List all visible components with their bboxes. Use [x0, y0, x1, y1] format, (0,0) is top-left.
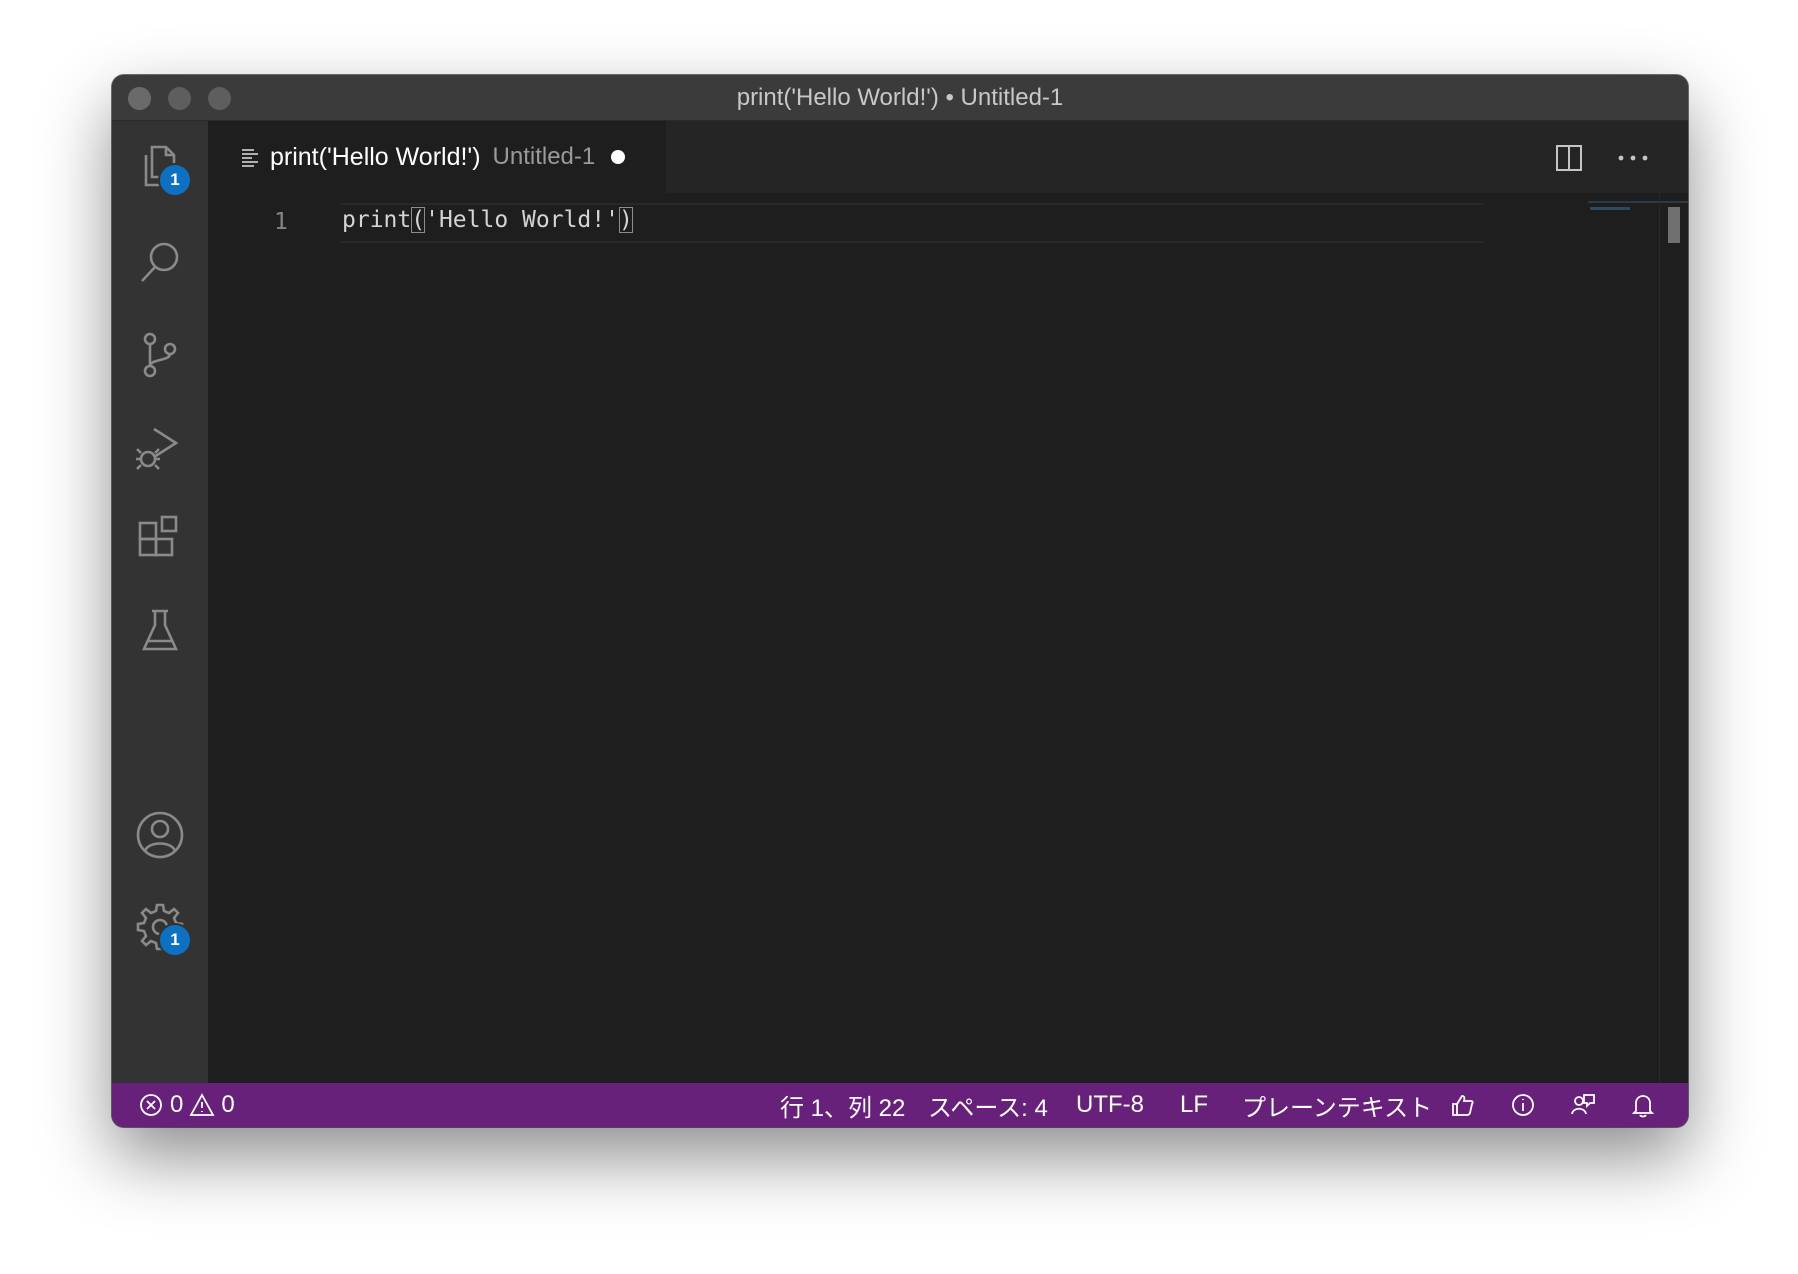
testing-button[interactable]	[132, 603, 188, 659]
explorer-button[interactable]: 1	[132, 139, 192, 197]
minimap-content	[1590, 207, 1630, 210]
vscode-window: print('Hello World!') • Untitled-1 1 1 p…	[112, 75, 1688, 1127]
thumbs-up-icon	[1452, 1095, 1474, 1116]
notifications-button[interactable]	[1630, 1083, 1656, 1127]
account-icon	[136, 811, 184, 859]
window-title: print('Hello World!') • Untitled-1	[736, 83, 1064, 111]
flask-icon	[141, 609, 179, 651]
explorer-badge: 1	[158, 163, 192, 197]
editor-tabs-bar: print('Hello World!') Untitled-1	[208, 121, 1688, 193]
scrollbar-cursor-marker	[1668, 207, 1680, 243]
extensions-button[interactable]	[132, 511, 188, 567]
source-control-button[interactable]	[132, 327, 188, 383]
tab-description: Untitled-1	[492, 143, 596, 170]
line-number: 1	[274, 209, 288, 235]
bell-icon	[1631, 1095, 1655, 1118]
code-close-paren: )	[618, 207, 633, 233]
encoding-status[interactable]: UTF-8	[1076, 1083, 1144, 1127]
indentation-status[interactable]: スペース: 4	[928, 1083, 1048, 1127]
editor-area[interactable]: 1 print('Hello World!')	[208, 193, 1688, 1083]
search-icon	[141, 242, 179, 282]
settings-badge: 1	[158, 923, 192, 957]
eol-status[interactable]: LF	[1180, 1083, 1208, 1127]
maximize-window-button[interactable]	[208, 87, 231, 110]
tab-title: print('Hello World!')	[270, 142, 481, 171]
code-function: print	[342, 207, 412, 233]
cursor-position[interactable]: 行 1、列 22	[780, 1083, 905, 1127]
manage-button[interactable]: 1	[132, 899, 192, 957]
more-actions-icon[interactable]	[1616, 143, 1650, 173]
info-icon	[1512, 1094, 1534, 1116]
feedback-button[interactable]	[1450, 1083, 1476, 1127]
close-window-button[interactable]	[128, 87, 151, 110]
code-line[interactable]: print('Hello World!')	[342, 207, 633, 233]
source-control-icon	[143, 332, 177, 378]
error-icon	[140, 1094, 162, 1116]
split-editor-icon[interactable]	[1554, 143, 1584, 173]
run-debug-icon	[136, 427, 179, 470]
extensions-icon	[138, 515, 178, 557]
window-controls	[128, 87, 231, 110]
warning-count: 0	[221, 1091, 235, 1118]
plain-text-file-icon	[242, 149, 258, 167]
code-string: 'Hello World!'	[425, 207, 619, 233]
problems-status[interactable]: 0 0	[138, 1083, 235, 1127]
live-share-button[interactable]	[1570, 1083, 1596, 1127]
minimize-window-button[interactable]	[168, 87, 191, 110]
code-open-paren: (	[411, 207, 426, 233]
error-count: 0	[170, 1091, 184, 1118]
activity-bar: 1 1	[112, 121, 208, 1083]
info-button[interactable]	[1510, 1083, 1536, 1127]
language-mode-status[interactable]: プレーンテキスト	[1242, 1083, 1432, 1127]
person-feedback-icon	[1571, 1094, 1595, 1115]
accounts-button[interactable]	[132, 807, 188, 863]
run-debug-button[interactable]	[132, 419, 188, 475]
title-bar: print('Hello World!') • Untitled-1	[112, 75, 1688, 121]
unsaved-dot-icon[interactable]	[611, 150, 626, 164]
tab-untitled-1[interactable]: print('Hello World!') Untitled-1	[208, 121, 666, 193]
search-button[interactable]	[132, 235, 188, 291]
warning-icon	[189, 1093, 215, 1116]
status-bar: 0 0 行 1、列 22 スペース: 4 UTF-8 LF プレーンテキスト	[112, 1083, 1688, 1127]
vertical-scrollbar[interactable]	[1659, 193, 1688, 1083]
